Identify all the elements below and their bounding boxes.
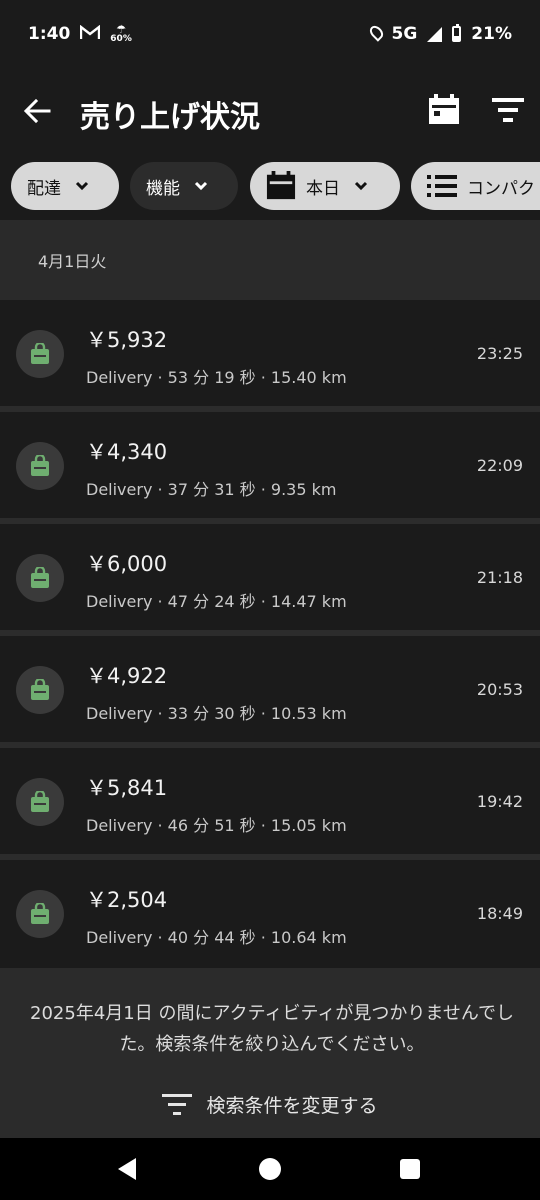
trip-time: 22:09 (476, 456, 523, 475)
trip-amount: ￥5,841 (86, 776, 168, 800)
battery-icon (452, 24, 462, 42)
filter-icon[interactable] (492, 96, 524, 124)
chip-view-mode[interactable]: コンパクト (411, 162, 540, 210)
trip-row[interactable]: ￥2,504 Delivery · 40 分 44 秒 · 10.64 km 1… (0, 860, 540, 966)
list-icon (427, 175, 457, 197)
chip-label: コンパクト (467, 178, 540, 199)
change-filter-label: 検索条件を変更する (206, 1094, 378, 1117)
trip-detail: Delivery · 53 分 19 秒 · 15.40 km (86, 368, 347, 387)
trip-detail: Delivery · 40 分 44 秒 · 10.64 km (86, 928, 347, 947)
trip-time: 21:18 (476, 568, 523, 587)
gmail-icon (80, 24, 101, 44)
calendar-icon (266, 171, 296, 200)
chip-label: 機能 (146, 178, 180, 199)
trip-row[interactable]: ￥5,841 Delivery · 46 分 51 秒 · 15.05 km 1… (0, 748, 540, 854)
trip-detail: Delivery · 47 分 24 秒 · 14.47 km (86, 592, 347, 611)
trip-time: 19:42 (476, 792, 523, 811)
weather-icon: ☂ 60% (110, 23, 132, 44)
bag-icon (16, 666, 64, 714)
page-title: 売り上げ状況 (80, 100, 260, 135)
trip-row[interactable]: ￥4,922 Delivery · 33 分 30 秒 · 10.53 km 2… (0, 636, 540, 742)
bag-icon (16, 442, 64, 490)
chevron-down-icon (194, 181, 208, 191)
chip-feature[interactable]: 機能 (130, 162, 238, 210)
battery-percent: 21% (471, 24, 512, 44)
change-filter-button[interactable]: 検索条件を変更する (0, 1086, 540, 1122)
trip-amount: ￥6,000 (86, 552, 168, 576)
no-activity-message: 2025年4月1日 の間にアクティビティが見つかりませんでした。検索条件を絞り込… (30, 1003, 514, 1055)
calendar-icon[interactable] (428, 94, 460, 126)
trip-amount: ￥5,932 (86, 328, 168, 352)
chip-label: 配達 (27, 178, 61, 199)
system-nav-bar (0, 1138, 540, 1200)
trip-row[interactable]: ￥4,340 Delivery · 37 分 31 秒 · 9.35 km 22… (0, 412, 540, 518)
trip-row[interactable]: ￥5,932 Delivery · 53 分 19 秒 · 15.40 km 2… (0, 300, 540, 406)
trip-time: 23:25 (476, 344, 523, 363)
bag-icon (16, 330, 64, 378)
chip-service-type[interactable]: 配達 (11, 162, 119, 210)
chevron-down-icon (354, 181, 368, 191)
filter-chips: 配達 機能 本日 コンパクト (0, 162, 540, 210)
trip-detail: Delivery · 46 分 51 秒 · 15.05 km (86, 816, 347, 835)
signal-icon (427, 26, 443, 42)
trip-detail: Delivery · 37 分 31 秒 · 9.35 km (86, 480, 337, 499)
date-section-header: 4月1日火 (0, 220, 540, 300)
trip-amount: ￥2,504 (86, 888, 168, 912)
trip-amount: ￥4,340 (86, 440, 168, 464)
chip-label: 本日 (306, 178, 340, 199)
nav-back-icon[interactable] (118, 1158, 136, 1180)
weather-percent: 60% (110, 34, 132, 44)
nav-home-icon[interactable] (259, 1158, 281, 1180)
chevron-down-icon (75, 181, 89, 191)
status-bar: 1:40 ☂ 60% 5G 21% (0, 0, 540, 68)
trip-row[interactable]: ￥6,000 Delivery · 47 分 24 秒 · 14.47 km 2… (0, 524, 540, 630)
location-icon (366, 22, 386, 42)
bag-icon (16, 890, 64, 938)
bag-icon (16, 778, 64, 826)
trip-amount: ￥4,922 (86, 664, 168, 688)
bag-icon (16, 554, 64, 602)
filter-icon (162, 1094, 193, 1115)
status-time: 1:40 (28, 24, 71, 44)
app-bar: 売り上げ状況 (0, 80, 540, 144)
trip-detail: Delivery · 33 分 30 秒 · 10.53 km (86, 704, 347, 723)
chip-date[interactable]: 本日 (250, 162, 400, 210)
trip-time: 18:49 (476, 904, 523, 923)
network-label: 5G (391, 24, 418, 44)
empty-results-panel: 2025年4月1日 の間にアクティビティが見つかりませんでした。検索条件を絞り込… (0, 968, 540, 1138)
trip-time: 20:53 (476, 680, 523, 699)
nav-recents-icon[interactable] (400, 1159, 420, 1179)
back-arrow-icon[interactable] (22, 96, 52, 126)
